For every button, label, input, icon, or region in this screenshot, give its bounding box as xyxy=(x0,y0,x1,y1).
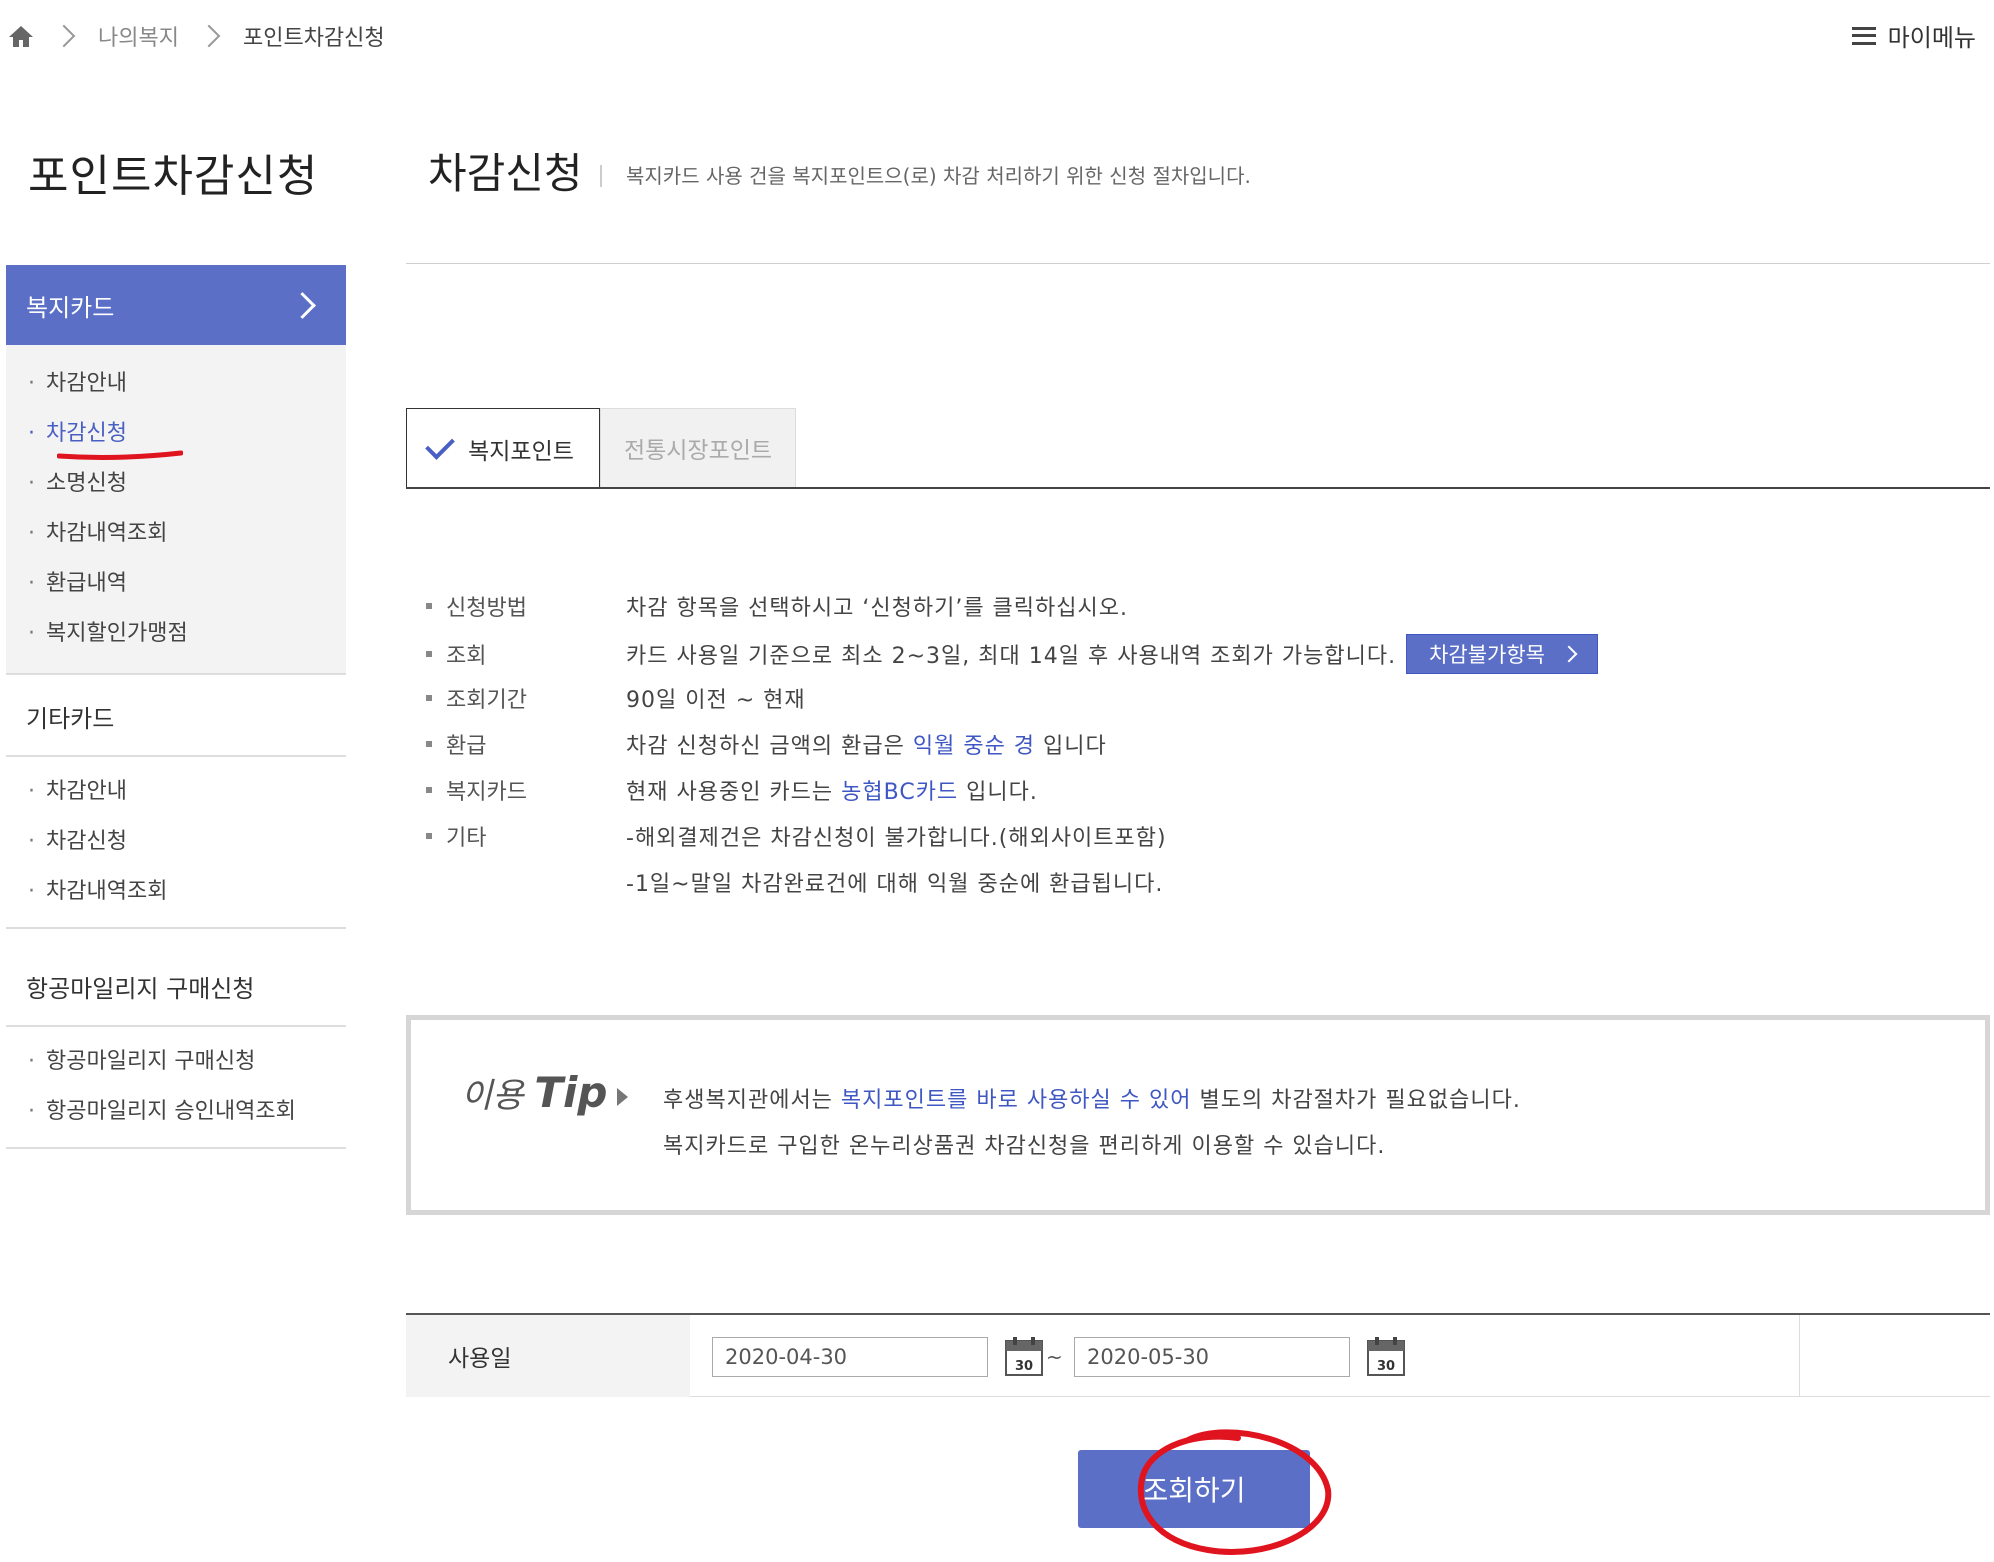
info-value: 차감 항목을 선택하시고 ‘신청하기’를 클릭하십시오. xyxy=(626,596,1128,621)
tab-label: 전통시장포인트 xyxy=(623,438,773,464)
page-description: 복지카드 사용 건을 복지포인트으(로) 차감 처리하기 위한 신청 절차입니다… xyxy=(626,164,1251,188)
search-form: 사용일 30 ~ 30 xyxy=(406,1313,1990,1397)
sidebar-item-discount-stores[interactable]: 복지할인가맹점 xyxy=(6,609,346,659)
sidebar-submenu-welfare-card: 차감안내 차감신청 소명신청 차감내역조회 환급내역 복지할인가맹점 xyxy=(6,345,346,675)
text: 차감 신청하신 금액의 환급은 xyxy=(626,734,913,759)
chevron-right-icon xyxy=(289,291,316,319)
text: 후생복지관에서는 xyxy=(663,1088,841,1113)
breadcrumb-level1[interactable]: 나의복지 xyxy=(98,20,179,52)
info-row-refund: 환급 차감 신청하신 금액의 환급은 익월 중순 경 입니다 xyxy=(426,726,1107,762)
bullet-icon xyxy=(426,695,432,701)
text: 입니다. xyxy=(958,780,1038,805)
info-value: -해외결제건은 차감신청이 불가합니다.(해외사이트포함) xyxy=(626,826,1167,851)
tip-title-text: 이용 xyxy=(461,1076,535,1116)
chevron-right-icon xyxy=(197,24,221,48)
highlight-text: 익월 중순 경 xyxy=(912,734,1036,759)
sidebar-section-welfare-card[interactable]: 복지카드 xyxy=(6,265,346,345)
page-title: 차감신청 xyxy=(428,149,583,198)
tab-welfare-point[interactable]: 복지포인트 xyxy=(406,408,600,488)
info-row-etc: 기타 -해외결제건은 차감신청이 불가합니다.(해외사이트포함) xyxy=(426,818,1167,854)
info-label: 복지카드 xyxy=(446,780,527,805)
header-divider xyxy=(406,263,1990,264)
sidebar-item-refund-history[interactable]: 환급내역 xyxy=(6,559,346,609)
text: 입니다 xyxy=(1035,734,1107,759)
sidebar-item-mileage-approval-history[interactable]: 항공마일리지 승인내역조회 xyxy=(6,1087,346,1137)
tab-traditional-market-point[interactable]: 전통시장포인트 xyxy=(600,408,796,488)
red-circle-annotation xyxy=(1137,1429,1332,1555)
sidebar-item-other-deduction-apply[interactable]: 차감신청 xyxy=(6,817,346,867)
button-label: 차감불가항목 xyxy=(1429,643,1545,667)
sidebar-submenu-other-card: 차감안내 차감신청 차감내역조회 xyxy=(6,759,346,929)
sidebar-item-deduction-history[interactable]: 차감내역조회 xyxy=(6,509,346,559)
date-range-separator: ~ xyxy=(1046,1345,1063,1369)
usage-tip-box: 이용 Tip 후생복지관에서는 복지포인트를 바로 사용하실 수 있어 별도의 … xyxy=(406,1015,1990,1215)
sidebar-item-deduction-guide[interactable]: 차감안내 xyxy=(6,359,346,409)
section-title: 포인트차감신청 xyxy=(28,151,319,202)
tab-label: 복지포인트 xyxy=(468,438,574,465)
form-empty-cell xyxy=(1799,1315,1990,1397)
breadcrumb: 나의복지 포인트차감신청 xyxy=(8,18,385,54)
info-value: 차감 신청하신 금액의 환급은 익월 중순 경 입니다 xyxy=(626,728,1107,760)
highlight-text: 농협BC카드 xyxy=(841,780,959,805)
info-row-period: 조회기간 90일 이전 ~ 현재 xyxy=(426,680,806,716)
red-underline-annotation xyxy=(57,450,183,460)
start-date-input[interactable] xyxy=(712,1337,988,1377)
chevron-right-icon xyxy=(1560,645,1578,663)
sidebar-item-explanation-apply[interactable]: 소명신청 xyxy=(6,459,346,509)
title-divider xyxy=(600,165,602,187)
info-label: 조회 xyxy=(446,644,487,669)
sidebar-section-label: 복지카드 xyxy=(26,293,115,322)
highlight-text: 복지포인트를 바로 사용하실 수 있어 xyxy=(840,1088,1192,1113)
info-value: -1일~말일 차감완료건에 대해 익월 중순에 환급됩니다. xyxy=(626,872,1164,897)
tip-line-1: 후생복지관에서는 복지포인트를 바로 사용하실 수 있어 별도의 차감절차가 필… xyxy=(663,1082,1521,1114)
text: 현재 사용중인 카드는 xyxy=(626,780,842,805)
tip-title-bold: Tip xyxy=(534,1068,608,1117)
info-row-inquiry: 조회 카드 사용일 기준으로 최소 2~3일, 최대 14일 후 사용내역 조회… xyxy=(426,634,1598,674)
info-label: 기타 xyxy=(446,826,487,851)
end-date-input[interactable] xyxy=(1074,1337,1350,1377)
info-row-card: 복지카드 현재 사용중인 카드는 농협BC카드 입니다. xyxy=(426,772,1038,808)
usage-date-label: 사용일 xyxy=(406,1315,690,1397)
breadcrumb-current: 포인트차감신청 xyxy=(242,26,385,51)
mymenu-label: 마이메뉴 xyxy=(1887,24,1976,52)
bullet-icon xyxy=(426,787,432,793)
calendar-day: 30 xyxy=(1377,1359,1395,1374)
tip-line-2: 복지카드로 구입한 온누리상품권 차감신청을 편리하게 이용할 수 있습니다. xyxy=(663,1134,1386,1159)
info-value: 90일 이전 ~ 현재 xyxy=(626,688,806,713)
sidebar-submenu-airline-mileage: 항공마일리지 구매신청 항공마일리지 승인내역조회 xyxy=(6,1029,346,1149)
sidebar-section-other-card[interactable]: 기타카드 xyxy=(6,677,346,757)
bullet-icon xyxy=(426,741,432,747)
info-label: 조회기간 xyxy=(446,688,527,713)
chevron-right-icon xyxy=(52,24,76,48)
info-value: 카드 사용일 기준으로 최소 2~3일, 최대 14일 후 사용내역 조회가 가… xyxy=(626,644,1397,669)
sidebar-item-other-deduction-guide[interactable]: 차감안내 xyxy=(6,767,346,817)
sidebar-item-mileage-purchase[interactable]: 항공마일리지 구매신청 xyxy=(6,1037,346,1087)
check-icon xyxy=(425,429,455,460)
info-label: 신청방법 xyxy=(446,596,527,621)
triangle-right-icon xyxy=(617,1088,628,1106)
info-row-method: 신청방법 차감 항목을 선택하시고 ‘신청하기’를 클릭하십시오. xyxy=(426,588,1128,624)
calendar-icon[interactable]: 30 xyxy=(1004,1335,1044,1377)
mymenu-button[interactable]: 마이메뉴 xyxy=(1851,18,1976,53)
non-deductible-items-button[interactable]: 차감불가항목 xyxy=(1406,634,1598,674)
calendar-icon[interactable]: 30 xyxy=(1366,1335,1406,1377)
bullet-icon xyxy=(426,603,432,609)
text: 별도의 차감절차가 필요없습니다. xyxy=(1191,1088,1521,1113)
info-value: 현재 사용중인 카드는 농협BC카드 입니다. xyxy=(626,774,1038,806)
sidebar-item-other-deduction-history[interactable]: 차감내역조회 xyxy=(6,867,346,917)
bullet-icon xyxy=(426,833,432,839)
sidebar-section-airline-mileage[interactable]: 항공마일리지 구매신청 xyxy=(6,947,346,1027)
bullet-icon xyxy=(426,651,432,657)
tab-underline xyxy=(406,487,1990,489)
tip-title: 이용 Tip xyxy=(461,1068,608,1117)
home-icon[interactable] xyxy=(8,24,34,48)
calendar-day: 30 xyxy=(1015,1359,1033,1374)
info-label: 환급 xyxy=(446,734,487,759)
info-row-etc-2: -1일~말일 차감완료건에 대해 익월 중순에 환급됩니다. xyxy=(626,864,1163,900)
hamburger-icon xyxy=(1851,26,1876,45)
